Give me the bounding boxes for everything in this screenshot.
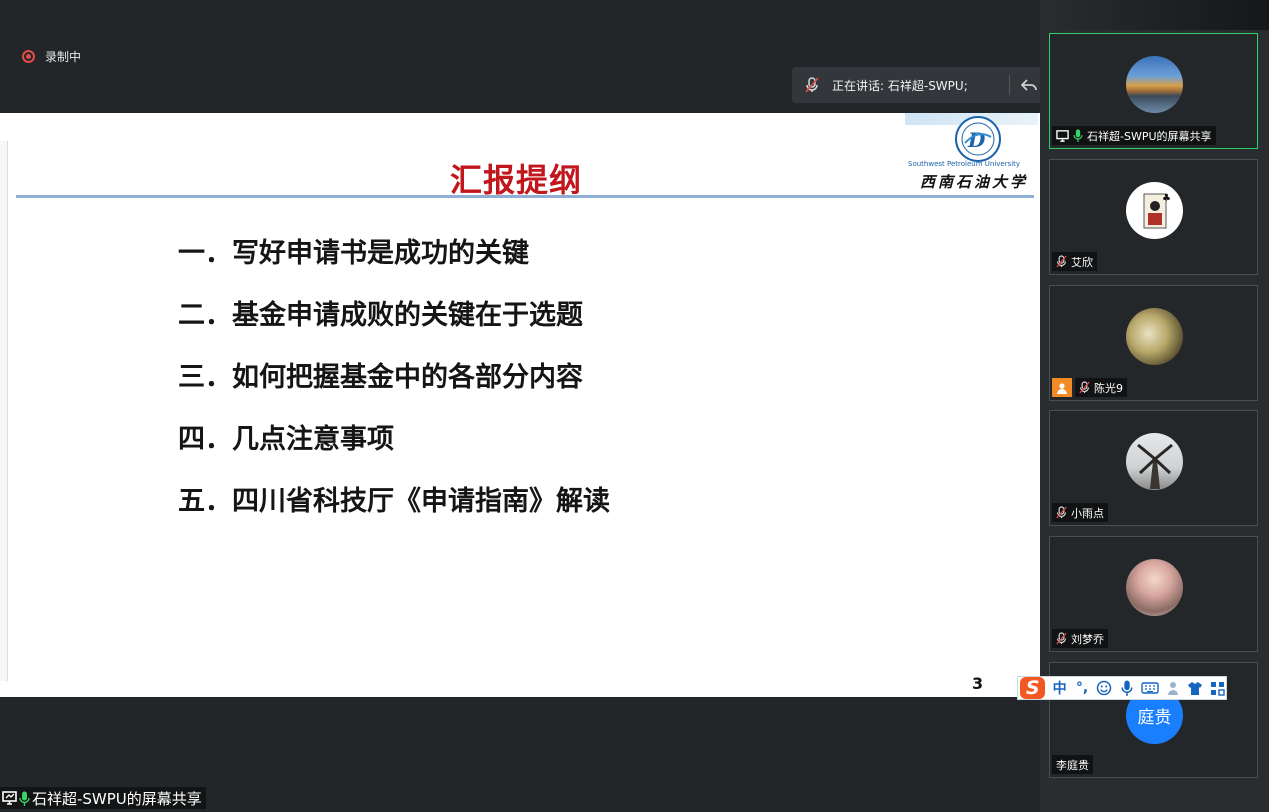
mic-muted-icon — [1079, 381, 1090, 394]
ime-mode-toggle[interactable]: 中 — [1051, 679, 1067, 697]
participant-tile[interactable]: 石祥超-SWPU的屏幕共享 — [1049, 33, 1258, 149]
participant-name: 陈光9 — [1094, 381, 1123, 395]
participant-label: 陈光9 — [1075, 378, 1127, 397]
voice-input-icon[interactable] — [1119, 679, 1135, 697]
outline-item: 二．基金申请成败的关键在于选题 — [178, 300, 583, 331]
outline-item: 四．几点注意事项 — [178, 424, 394, 455]
emoji-icon[interactable] — [1096, 679, 1112, 697]
slide-page-number: 3 — [972, 674, 984, 693]
participant-name: 小雨点 — [1071, 506, 1104, 520]
shared-slide: D Southwest Petroleum University 西南石油大学 … — [0, 113, 1040, 697]
outline-item: 一．写好申请书是成功的关键 — [178, 238, 529, 269]
assistant-icon[interactable] — [1165, 679, 1181, 697]
title-underline — [16, 195, 1034, 198]
outline-item: 五．四川省科技厅《申请指南》解读 — [178, 486, 610, 517]
speaking-label: 正在讲话: 石祥超-SWPU; — [832, 78, 968, 93]
participant-name: 李庭贵 — [1056, 758, 1089, 772]
meeting-main-area: 录制中 正在讲话: 石祥超-SWPU; D Southwest Petroleu… — [0, 0, 1040, 812]
slide-side-strip — [0, 141, 8, 681]
mic-on-icon — [19, 791, 30, 806]
screen-share-icon — [1056, 129, 1069, 142]
participant-label: 石祥超-SWPU的屏幕共享 — [1052, 126, 1216, 145]
tea-photo-icon — [1126, 308, 1183, 365]
mic-on-icon — [1073, 129, 1083, 142]
collapse-arrow-icon[interactable] — [1018, 74, 1040, 96]
participant-tile[interactable]: 小雨点 — [1049, 410, 1258, 526]
toolbox-grid-icon[interactable] — [1210, 679, 1226, 697]
user-icon — [1052, 378, 1072, 397]
keyboard-icon[interactable] — [1141, 679, 1159, 697]
participant-name: 刘梦乔 — [1071, 632, 1104, 646]
participant-label: 艾欣 — [1052, 252, 1097, 271]
recording-label: 录制中 — [45, 49, 82, 64]
outline-list: 一．写好申请书是成功的关键 二．基金申请成败的关键在于选题 三．如何把握基金中的… — [178, 231, 610, 541]
windmill-photo-icon — [1126, 433, 1183, 490]
mic-muted-icon — [1056, 255, 1067, 268]
outline-item: 三．如何把握基金中的各部分内容 — [178, 362, 583, 393]
participant-label: 刘梦乔 — [1052, 629, 1108, 648]
participant-name: 石祥超-SWPU的屏幕共享 — [1087, 129, 1212, 143]
playing-card-icon: ♣ — [1126, 182, 1183, 239]
screen-share-icon — [2, 791, 17, 805]
participant-tile[interactable]: 刘梦乔 — [1049, 536, 1258, 652]
mic-muted-icon[interactable] — [792, 77, 832, 93]
record-icon — [22, 49, 35, 63]
logo-text-chinese: 西南石油大学 — [920, 173, 1029, 191]
participant-label: 李庭贵 — [1052, 755, 1093, 774]
mic-muted-icon — [1056, 632, 1067, 645]
skin-shirt-icon[interactable] — [1187, 679, 1203, 697]
svg-text:D: D — [967, 128, 986, 152]
participant-label: 小雨点 — [1052, 503, 1108, 522]
ime-toolbar[interactable]: S 中 °, — [1017, 676, 1227, 700]
ime-punct-toggle[interactable]: °, — [1074, 679, 1090, 697]
participant-tile[interactable]: ♣ 艾欣 — [1049, 159, 1258, 275]
divider — [1009, 75, 1010, 95]
svg-text:♣: ♣ — [1162, 193, 1171, 204]
speaking-bar: 正在讲话: 石祥超-SWPU; — [792, 67, 1040, 103]
child-photo-icon — [1126, 559, 1183, 616]
screen-share-label: 石祥超-SWPU的屏幕共享 — [32, 789, 202, 808]
recording-indicator: 录制中 — [22, 48, 81, 64]
mic-muted-icon — [1056, 506, 1067, 519]
participant-tile[interactable]: 陈光9 — [1049, 285, 1258, 401]
sogou-logo-icon[interactable]: S — [1020, 677, 1046, 699]
mountain-photo-icon — [1126, 56, 1183, 113]
participant-name: 艾欣 — [1071, 255, 1093, 269]
logo-text-english: Southwest Petroleum University — [908, 160, 1021, 168]
screen-share-banner[interactable]: 石祥超-SWPU的屏幕共享 — [0, 787, 206, 809]
